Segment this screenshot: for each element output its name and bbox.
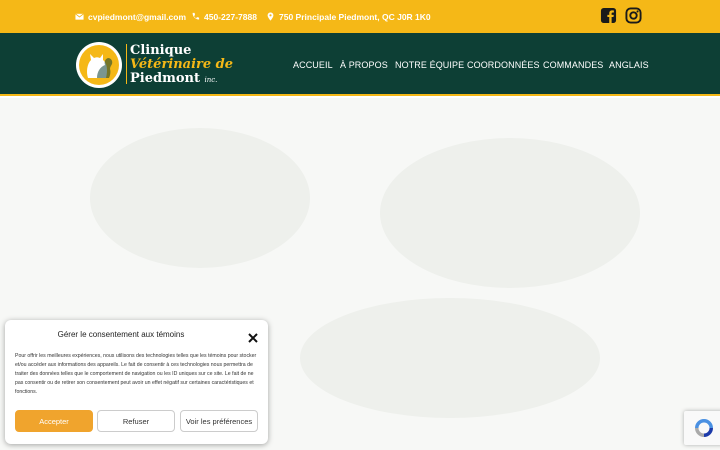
email-contact[interactable]: cvpiedmont@gmail.com	[75, 0, 186, 33]
recaptcha-badge[interactable]	[684, 411, 720, 445]
nav-item-commandes[interactable]: COMMANDES	[543, 60, 603, 70]
instagram-icon[interactable]	[625, 7, 643, 25]
address-text: 750 Principale Piedmont, QC J0R 1K0	[279, 11, 431, 22]
phone-icon	[191, 12, 200, 21]
phone-text: 450-227-7888	[204, 11, 257, 22]
address-contact[interactable]: 750 Principale Piedmont, QC J0R 1K0	[266, 0, 431, 33]
hero-haze	[380, 138, 640, 288]
close-icon[interactable]	[248, 330, 258, 343]
nav-item-notre-equipe[interactable]: NOTRE ÉQUIPE	[395, 60, 464, 70]
site-header: Clinique Vétérinaire de Piedmont inc. AC…	[0, 33, 720, 96]
phone-contact[interactable]: 450-227-7888	[191, 0, 257, 33]
consent-body: Pour offrir les meilleures expériences, …	[15, 353, 257, 395]
facebook-icon[interactable]	[600, 7, 618, 25]
nav-item-accueil[interactable]: ACCUEIL	[293, 60, 333, 70]
map-pin-icon	[266, 12, 275, 21]
view-preferences-button[interactable]: Voir les préférences	[180, 410, 258, 432]
nav-item-anglais[interactable]: ANGLAIS	[609, 60, 649, 70]
envelope-icon	[75, 12, 84, 21]
cookie-consent-dialog: Gérer le consentement aux témoins Pour o…	[5, 320, 268, 444]
top-info-bar: cvpiedmont@gmail.com 450-227-7888 750 Pr…	[0, 0, 720, 33]
nav-item-a-propos[interactable]: À PROPOS	[340, 60, 388, 70]
hero-haze	[300, 298, 600, 418]
recaptcha-icon	[695, 419, 713, 437]
hero-haze	[90, 128, 310, 268]
consent-title: Gérer le consentement aux témoins	[57, 330, 185, 339]
email-text: cvpiedmont@gmail.com	[88, 11, 187, 22]
accept-button[interactable]: Accepter	[15, 410, 93, 432]
main-nav: ACCUEIL À PROPOS NOTRE ÉQUIPE COORDONNÉE…	[0, 33, 720, 96]
refuse-button[interactable]: Refuser	[97, 410, 175, 432]
nav-item-coordonnees[interactable]: COORDONNÉES	[467, 60, 540, 70]
